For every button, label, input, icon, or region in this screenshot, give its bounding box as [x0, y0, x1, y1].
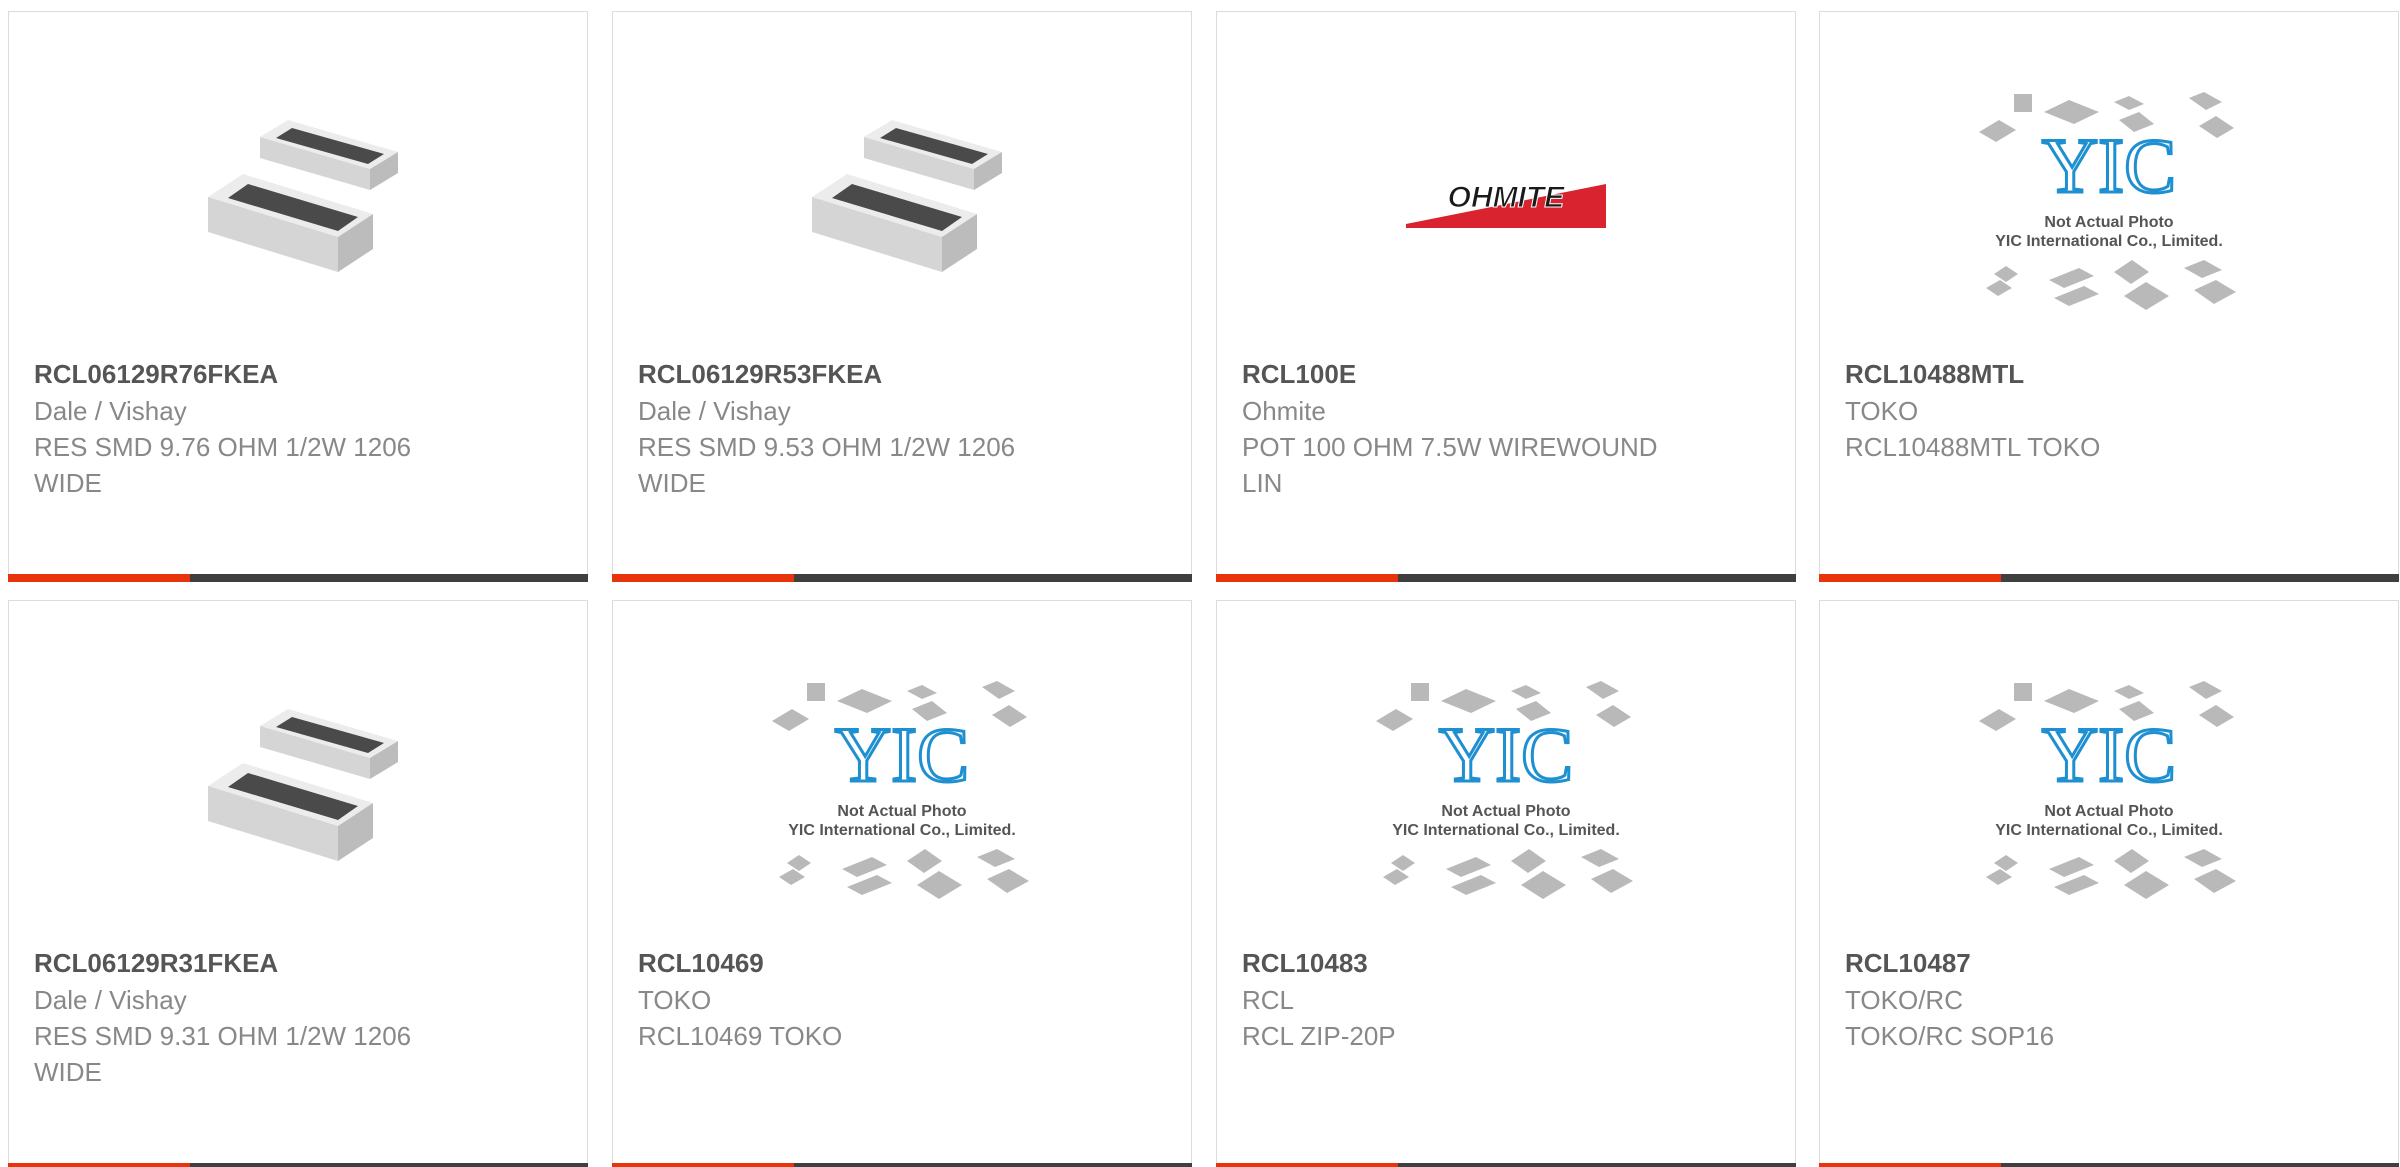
manufacturer: TOKO [1845, 396, 1919, 426]
manufacturer: Dale / Vishay [34, 396, 187, 426]
card-accent [1216, 574, 1398, 582]
product-card[interactable]: YIC Not Actual Photo YIC International C… [1216, 600, 1796, 1167]
part-number[interactable]: RCL06129R76FKEA [34, 355, 567, 393]
placeholder-line1: Not Actual Photo [2044, 214, 2173, 231]
part-number[interactable]: RCL10483 [1242, 944, 1775, 982]
part-number[interactable]: RCL10488MTL [1845, 355, 2378, 393]
yic-placeholder-icon: YIC Not Actual Photo YIC International C… [772, 681, 1029, 899]
placeholder-line2: YIC International Co., Limited. [788, 822, 1016, 839]
placeholder-line1: Not Actual Photo [1441, 803, 1570, 820]
product-card[interactable]: RCL06129R53FKEA Dale / Vishay RES SMD 9.… [612, 11, 1192, 582]
card-footer-bar [612, 1163, 1192, 1167]
card-accent [1819, 1163, 2001, 1167]
product-card[interactable]: YIC Not Actual Photo YIC International C… [1819, 600, 2399, 1167]
smd-resistor-icon [208, 120, 398, 272]
product-card[interactable]: RCL06129R31FKEA Dale / Vishay RES SMD 9.… [8, 600, 588, 1167]
card-accent [612, 1163, 794, 1167]
yic-placeholder-icon: YIC Not Actual Photo YIC International C… [1376, 681, 1633, 899]
manufacturer: TOKO [638, 985, 712, 1015]
smd-resistor-icon [812, 120, 1002, 272]
product-image[interactable]: YIC Not Actual Photo YIC International C… [1820, 661, 2398, 921]
svg-text:YIC: YIC [2042, 122, 2176, 209]
product-card[interactable]: RCL06129R76FKEA Dale / Vishay RES SMD 9.… [8, 11, 588, 582]
yic-placeholder-icon: YIC Not Actual Photo YIC International C… [1979, 681, 2236, 899]
product-image[interactable]: YIC Not Actual Photo YIC International C… [1217, 661, 1795, 921]
description: RES SMD 9.31 OHM 1/2W 1206 WIDE [34, 1021, 412, 1087]
card-accent [612, 574, 794, 582]
description: RCL10488MTL TOKO [1845, 432, 2101, 462]
manufacturer: TOKO/RC [1845, 985, 1963, 1015]
product-grid: RCL06129R76FKEA Dale / Vishay RES SMD 9.… [0, 0, 2400, 1167]
svg-text:YIC: YIC [835, 711, 969, 798]
svg-text:YIC: YIC [2042, 711, 2176, 798]
product-image[interactable]: YIC Not Actual Photo YIC International C… [1820, 72, 2398, 332]
placeholder-line1: Not Actual Photo [837, 803, 966, 820]
svg-text:YIC: YIC [1439, 711, 1573, 798]
product-image[interactable] [613, 72, 1191, 332]
card-accent [8, 574, 190, 582]
product-image[interactable] [9, 72, 587, 332]
card-footer-bar [612, 574, 1192, 582]
part-number[interactable]: RCL100E [1242, 355, 1775, 393]
manufacturer: Dale / Vishay [34, 985, 187, 1015]
description: RCL ZIP-20P [1242, 1021, 1396, 1051]
manufacturer: Ohmite [1242, 396, 1326, 426]
placeholder-line1: Not Actual Photo [2044, 803, 2173, 820]
card-accent [8, 1163, 190, 1167]
description: RES SMD 9.76 OHM 1/2W 1206 WIDE [34, 432, 412, 498]
card-accent [1216, 1163, 1398, 1167]
product-card[interactable]: YIC Not Actual Photo YIC International C… [612, 600, 1192, 1167]
card-footer-bar [1819, 1163, 2399, 1167]
description: TOKO/RC SOP16 [1845, 1021, 2055, 1051]
card-footer-bar [1216, 1163, 1796, 1167]
yic-placeholder-icon: YIC Not Actual Photo YIC International C… [1979, 92, 2236, 310]
part-number[interactable]: RCL06129R31FKEA [34, 944, 567, 982]
product-card[interactable]: YIC Not Actual Photo YIC International C… [1819, 11, 2399, 582]
card-footer-bar [8, 574, 588, 582]
placeholder-line2: YIC International Co., Limited. [1995, 233, 2223, 250]
description: RES SMD 9.53 OHM 1/2W 1206 WIDE [638, 432, 1016, 498]
manufacturer: Dale / Vishay [638, 396, 791, 426]
card-footer-bar [1819, 574, 2399, 582]
product-image[interactable]: YIC Not Actual Photo YIC International C… [613, 661, 1191, 921]
logo-text: OHMITE [1448, 181, 1566, 214]
description: RCL10469 TOKO [638, 1021, 843, 1051]
card-accent [1819, 574, 2001, 582]
product-card[interactable]: OHMITE RCL100E Ohmite POT 100 OHM 7.5W W… [1216, 11, 1796, 582]
part-number[interactable]: RCL10487 [1845, 944, 2378, 982]
card-footer-bar [8, 1163, 588, 1167]
smd-resistor-icon [208, 709, 398, 861]
manufacturer: RCL [1242, 985, 1295, 1015]
placeholder-line2: YIC International Co., Limited. [1995, 822, 2223, 839]
product-image[interactable] [9, 661, 587, 921]
placeholder-line2: YIC International Co., Limited. [1392, 822, 1620, 839]
description: POT 100 OHM 7.5W WIREWOUND LIN [1242, 432, 1658, 498]
part-number[interactable]: RCL06129R53FKEA [638, 355, 1171, 393]
product-image[interactable]: OHMITE [1217, 72, 1795, 332]
part-number[interactable]: RCL10469 [638, 944, 1171, 982]
ohmite-logo-icon: OHMITE [1406, 181, 1606, 228]
card-footer-bar [1216, 574, 1796, 582]
